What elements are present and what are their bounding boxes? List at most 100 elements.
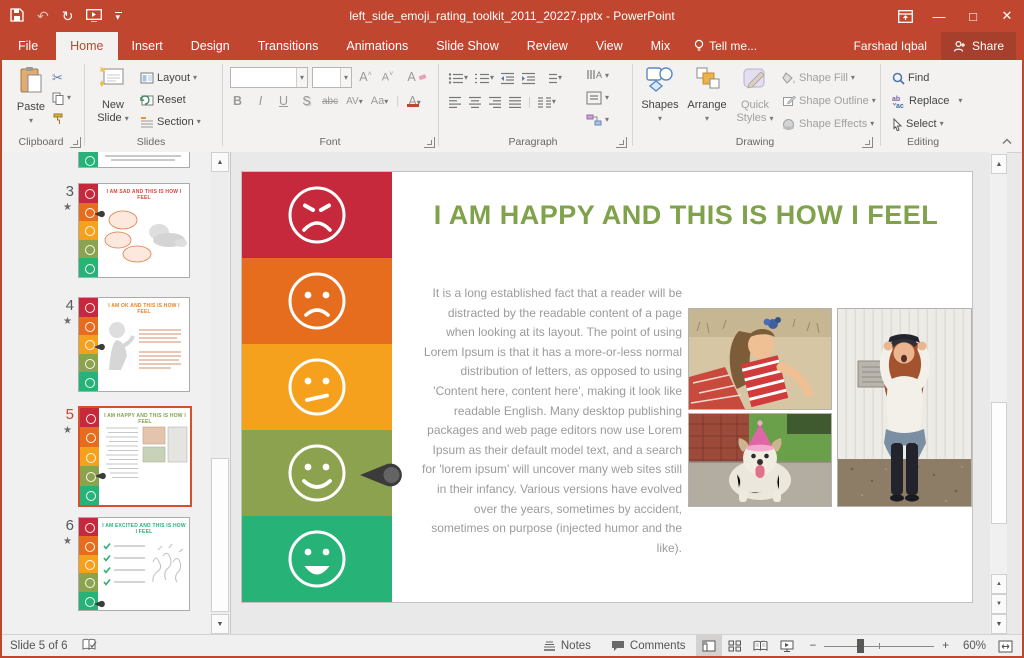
editor-scrollbar[interactable]: ▲ ▲ ▼ ▼ bbox=[990, 152, 1007, 634]
align-right-button[interactable] bbox=[488, 96, 502, 109]
arrange-button[interactable]: Arrange ▾ bbox=[684, 64, 730, 134]
strikethrough-button[interactable]: abc bbox=[322, 96, 338, 107]
zoom-level[interactable]: 60% bbox=[957, 635, 992, 657]
rating-angry[interactable] bbox=[242, 172, 392, 258]
drawing-dialog-launcher[interactable] bbox=[862, 137, 873, 148]
increase-indent-button[interactable] bbox=[521, 72, 536, 85]
thumbnail-scrollbar[interactable]: ▲ ▼ bbox=[210, 152, 228, 634]
clear-formatting-button[interactable]: A bbox=[404, 67, 427, 87]
slideshow-view-button[interactable] bbox=[774, 635, 800, 657]
format-painter-button[interactable] bbox=[52, 108, 65, 128]
thumbnail-slide-2-partial[interactable] bbox=[78, 152, 190, 168]
shape-fill-button[interactable]: Shape Fill▾ bbox=[782, 68, 855, 88]
reading-view-button[interactable] bbox=[748, 635, 774, 657]
comments-button[interactable]: Comments bbox=[601, 635, 696, 657]
scroll-up-button[interactable]: ▲ bbox=[991, 154, 1007, 174]
previous-slide-button[interactable]: ▲ bbox=[991, 574, 1007, 594]
line-spacing-button[interactable]: ▾ bbox=[542, 72, 562, 85]
tab-transitions[interactable]: Transitions bbox=[244, 32, 333, 60]
font-dialog-launcher[interactable] bbox=[424, 137, 435, 148]
user-name[interactable]: Farshad Iqbal bbox=[854, 39, 927, 53]
tell-me-box[interactable]: Tell me... bbox=[684, 32, 767, 60]
find-button[interactable]: Find bbox=[892, 68, 929, 88]
bullets-button[interactable]: ▾ bbox=[448, 72, 468, 85]
new-slide-button[interactable]: New Slide ▾ bbox=[90, 64, 136, 134]
scrollbar-thumb[interactable] bbox=[991, 402, 1007, 524]
shape-outline-button[interactable]: Shape Outline▾ bbox=[782, 91, 876, 111]
bold-button[interactable]: B bbox=[230, 94, 245, 108]
shrink-font-button[interactable]: A˅ bbox=[380, 67, 395, 87]
maximize-button[interactable]: □ bbox=[956, 0, 990, 32]
zoom-in-button[interactable]: + bbox=[940, 635, 957, 657]
rating-sad[interactable] bbox=[242, 258, 392, 344]
tab-insert[interactable]: Insert bbox=[118, 32, 177, 60]
quick-styles-button[interactable]: Quick Styles ▾ bbox=[732, 64, 778, 134]
fit-to-window-button[interactable] bbox=[992, 635, 1018, 657]
character-spacing-button[interactable]: AV▾ bbox=[346, 96, 363, 107]
tab-slide-show[interactable]: Slide Show bbox=[422, 32, 513, 60]
columns-button[interactable]: ▾ bbox=[537, 96, 556, 109]
ribbon-display-options-icon[interactable] bbox=[888, 0, 922, 32]
zoom-out-button[interactable]: − bbox=[800, 635, 819, 657]
tab-view[interactable]: View bbox=[582, 32, 637, 60]
cut-button[interactable]: ✂ bbox=[52, 68, 63, 88]
paste-button[interactable]: Paste ▾ bbox=[8, 64, 54, 134]
scroll-down-button[interactable]: ▼ bbox=[991, 614, 1007, 634]
minimize-button[interactable]: — bbox=[922, 0, 956, 32]
slide-title[interactable]: I AM HAPPY AND THIS IS HOW I FEEL bbox=[412, 200, 960, 231]
rating-pointer[interactable] bbox=[358, 460, 404, 493]
font-size-combo[interactable]: ▾ bbox=[312, 67, 352, 88]
scrollbar-thumb[interactable] bbox=[211, 458, 229, 612]
grow-font-button[interactable]: A˄ bbox=[358, 67, 373, 87]
zoom-slider-thumb[interactable] bbox=[857, 639, 864, 653]
collapse-ribbon-button[interactable] bbox=[1001, 134, 1013, 148]
share-button[interactable]: Share bbox=[941, 32, 1016, 60]
slide-canvas[interactable]: I AM HAPPY AND THIS IS HOW I FEEL It is … bbox=[242, 172, 972, 602]
scroll-down-button[interactable]: ▼ bbox=[211, 614, 229, 634]
zoom-slider[interactable] bbox=[824, 635, 934, 657]
tab-file[interactable]: File bbox=[0, 32, 56, 60]
copy-button[interactable]: ▾ bbox=[52, 88, 71, 108]
reset-button[interactable]: Reset bbox=[140, 90, 186, 110]
slide-counter[interactable]: Slide 5 of 6 bbox=[10, 640, 68, 652]
rating-neutral[interactable] bbox=[242, 344, 392, 430]
section-button[interactable]: Section▾ bbox=[140, 112, 201, 132]
notes-button[interactable]: Notes bbox=[533, 635, 601, 657]
slide-sorter-view-button[interactable] bbox=[722, 635, 748, 657]
tab-mix[interactable]: Mix bbox=[637, 32, 684, 60]
numbering-button[interactable]: ▾ bbox=[474, 72, 494, 85]
convert-smartart-button[interactable]: ▾ bbox=[586, 110, 609, 130]
shapes-button[interactable]: Shapes ▾ bbox=[638, 64, 682, 134]
photo-dog[interactable] bbox=[688, 413, 832, 507]
next-slide-button[interactable]: ▼ bbox=[991, 594, 1007, 614]
justify-button[interactable] bbox=[508, 96, 522, 109]
normal-view-button[interactable] bbox=[696, 635, 722, 657]
align-text-button[interactable]: ▾ bbox=[586, 88, 609, 108]
italic-button[interactable]: I bbox=[253, 94, 268, 108]
underline-button[interactable]: U bbox=[276, 94, 291, 108]
thumbnail-slide-6[interactable]: I AM EXCITED AND THIS IS HOW I FEEL 6 ★ bbox=[78, 517, 190, 611]
align-left-button[interactable] bbox=[448, 96, 462, 109]
thumbnail-slide-4[interactable]: I AM OK AND THIS IS HOW I FEEL 4 ★ bbox=[78, 297, 190, 392]
spellcheck-icon[interactable] bbox=[82, 638, 98, 654]
slide-body-text[interactable]: It is a long established fact that a rea… bbox=[418, 284, 682, 558]
photo-woman[interactable] bbox=[837, 308, 972, 507]
text-shadow-button[interactable]: S bbox=[299, 94, 314, 108]
tab-design[interactable]: Design bbox=[177, 32, 244, 60]
change-case-button[interactable]: Aa▾ bbox=[371, 95, 388, 107]
font-color-button[interactable]: A▾ bbox=[407, 94, 422, 108]
replace-button[interactable]: abac Replace ▾ bbox=[892, 91, 962, 111]
thumbnail-slide-3[interactable]: I AM SAD AND THIS IS HOW I FEEL 3 ★ bbox=[78, 183, 190, 278]
close-button[interactable]: ✕ bbox=[990, 0, 1024, 32]
shape-effects-button[interactable]: Shape Effects▾ bbox=[782, 114, 874, 134]
select-button[interactable]: Select▾ bbox=[892, 114, 944, 134]
rating-excited[interactable] bbox=[242, 516, 392, 602]
layout-button[interactable]: Layout▾ bbox=[140, 68, 197, 88]
tab-animations[interactable]: Animations bbox=[332, 32, 422, 60]
clipboard-dialog-launcher[interactable] bbox=[70, 137, 81, 148]
photo-girl[interactable] bbox=[688, 308, 832, 410]
scroll-up-button[interactable]: ▲ bbox=[211, 152, 229, 172]
tab-review[interactable]: Review bbox=[513, 32, 582, 60]
thumbnail-slide-5[interactable]: I AM HAPPY AND THIS IS HOW I FEEL 5 ★ bbox=[78, 406, 190, 507]
font-name-combo[interactable]: ▾ bbox=[230, 67, 308, 88]
